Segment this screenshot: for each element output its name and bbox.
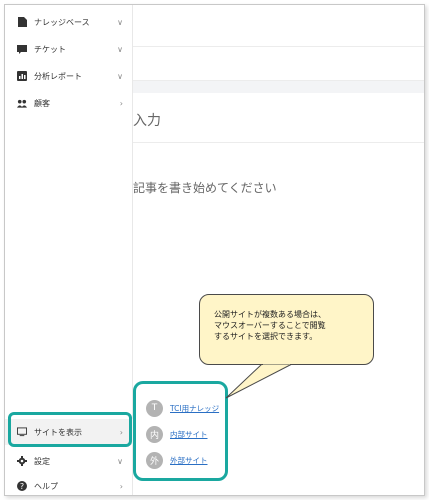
site-avatar: 内 [146,425,163,443]
gear-icon [17,456,27,466]
sidebar-item-label: 顧客 [34,98,50,108]
report-icon [17,71,27,81]
document-icon [17,17,27,27]
editor-divider-band [133,81,424,93]
help-icon: ? [17,481,27,491]
site-option-tci-knowledge[interactable]: T TCI用ナレッジ [146,398,219,418]
title-underline [133,142,424,143]
title-input[interactable]: 入力 [133,110,161,130]
svg-text:?: ? [20,482,24,491]
view-site-highlight [8,412,132,447]
sidebar-item-label: 分析レポート [34,71,82,81]
site-link[interactable]: 内部サイト [170,429,208,440]
sidebar-item-customers[interactable]: 顧客 › [5,90,133,116]
sidebar-item-knowledge-base[interactable]: ナレッジベース ∨ [5,9,133,35]
chevron-right-icon: › [119,481,123,491]
sidebar-item-label: 設定 [34,456,50,466]
chevron-down-icon: ∨ [117,44,123,54]
sidebar-item-label: ヘルプ [34,481,58,491]
chevron-right-icon: › [119,98,123,108]
chevron-down-icon: ∨ [117,71,123,81]
tooltip-callout: 公開サイトが複数ある場合は、 マウスオーバーすることで閲覧 するサイトを選択でき… [199,294,374,365]
callout-line: マウスオーバーすることで閲覧 [214,321,326,330]
site-link[interactable]: TCI用ナレッジ [170,403,219,414]
site-avatar: T [146,399,163,417]
sidebar-item-label: チケット [34,44,66,54]
callout-line: するサイトを選択できます。 [214,332,318,341]
site-selector-popup: T TCI用ナレッジ 内 内部サイト 外 外部サイト [133,381,228,481]
chevron-down-icon: ∨ [117,456,123,466]
ticket-icon [17,44,27,54]
callout-line: 公開サイトが複数ある場合は、 [214,310,326,319]
sidebar-item-settings[interactable]: 設定 ∨ [5,448,133,474]
site-option-internal[interactable]: 内 内部サイト [146,424,208,444]
site-link[interactable]: 外部サイト [170,455,208,466]
editor-toolbar [133,47,424,81]
callout-text: 公開サイトが複数ある場合は、 マウスオーバーすることで閲覧 するサイトを選択でき… [214,309,370,342]
sidebar-item-label: ナレッジベース [34,17,90,27]
site-avatar: 外 [146,451,163,469]
people-icon [17,98,27,108]
editor-header [133,5,424,47]
sidebar-item-help[interactable]: ? ヘルプ › [5,473,133,495]
sidebar-item-tickets[interactable]: チケット ∨ [5,36,133,62]
sidebar-item-reports[interactable]: 分析レポート ∨ [5,63,133,89]
body-editor[interactable]: 記事を書き始めてください [133,179,277,196]
chevron-down-icon: ∨ [117,17,123,27]
site-option-external[interactable]: 外 外部サイト [146,450,208,470]
